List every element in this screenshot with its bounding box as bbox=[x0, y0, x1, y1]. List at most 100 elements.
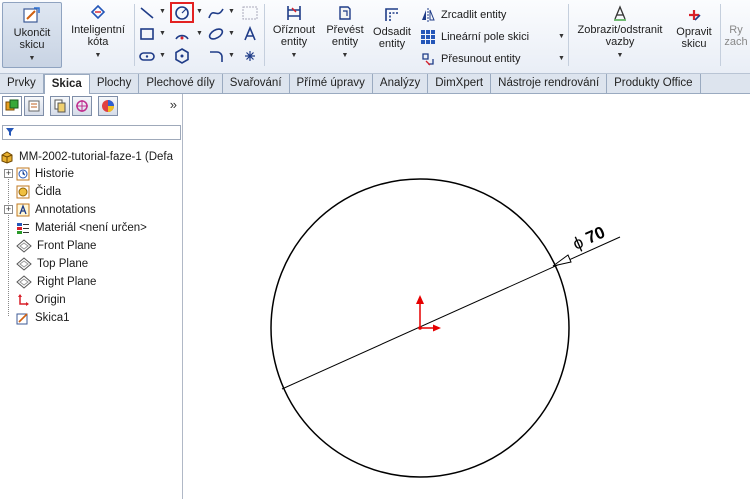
material-icon bbox=[17, 222, 29, 234]
quick-snaps-button[interactable]: Ry zach bbox=[724, 24, 750, 48]
ellipse-tool[interactable] bbox=[206, 25, 226, 42]
dropdown-arrow-icon[interactable]: ▼ bbox=[196, 30, 203, 37]
dimxpert-icon bbox=[76, 100, 88, 112]
panel-more-button[interactable]: » bbox=[170, 97, 177, 112]
dropdown-arrow-icon[interactable]: ▼ bbox=[3, 53, 61, 65]
dropdown-arrow-icon[interactable]: ▼ bbox=[268, 50, 320, 62]
linear-pattern-button[interactable]: Lineární pole skici bbox=[420, 27, 529, 47]
offset-entities-button[interactable]: Odsadit entity bbox=[370, 6, 414, 50]
sketch-origin-icon[interactable] bbox=[416, 295, 441, 332]
dropdown-arrow-icon[interactable]: ▼ bbox=[228, 52, 235, 59]
line-tool[interactable] bbox=[137, 4, 157, 21]
dropdown-arrow-icon[interactable]: ▼ bbox=[196, 8, 203, 15]
text-a-icon bbox=[244, 25, 256, 40]
tab-direct-editing[interactable]: Přímé úpravy bbox=[290, 74, 373, 94]
tree-item-material[interactable]: Materiál <není určen> bbox=[16, 219, 147, 236]
linear-pattern-icon bbox=[421, 30, 435, 44]
dropdown-arrow-icon[interactable]: ▼ bbox=[558, 33, 565, 40]
rectangle-tool[interactable] bbox=[137, 25, 157, 42]
display-relations-button[interactable]: Zobrazit/odstranit vazby ▼ bbox=[572, 4, 668, 62]
tab-feature-manager[interactable] bbox=[2, 96, 22, 116]
tab-display-manager[interactable] bbox=[98, 96, 118, 116]
tree-item-history[interactable]: Historie bbox=[16, 165, 74, 182]
fillet-tool[interactable] bbox=[206, 47, 226, 64]
tree-item-right-plane[interactable]: Right Plane bbox=[16, 273, 96, 290]
tab-evaluate[interactable]: Analýzy bbox=[373, 74, 429, 94]
point-icon bbox=[245, 50, 255, 61]
tab-office-products[interactable]: Produkty Office bbox=[607, 74, 701, 94]
convert-entities-label: Převést entity bbox=[326, 24, 364, 48]
move-entities-button[interactable]: Přesunout entity bbox=[420, 49, 521, 69]
tab-configuration-manager[interactable] bbox=[50, 96, 70, 116]
plane-icon bbox=[16, 256, 32, 271]
dropdown-arrow-icon[interactable]: ▼ bbox=[159, 30, 166, 37]
slot-icon bbox=[139, 51, 155, 61]
tree-filter-input[interactable] bbox=[2, 125, 181, 140]
graphics-area[interactable]: ϕ 70 bbox=[184, 94, 750, 499]
smart-dimension-icon bbox=[90, 4, 106, 20]
slot-tool[interactable] bbox=[137, 47, 157, 64]
spline-tool[interactable] bbox=[206, 4, 226, 21]
tab-dimxpert-manager[interactable] bbox=[72, 96, 92, 116]
tab-weldments[interactable]: Svařování bbox=[223, 74, 290, 94]
expand-toggle-icon[interactable]: + bbox=[4, 205, 13, 214]
tab-property-manager[interactable] bbox=[24, 96, 44, 116]
smart-dimension-button[interactable]: Inteligentní kóta ▼ bbox=[64, 4, 132, 62]
tree-item-label: Top Plane bbox=[37, 257, 89, 270]
tab-features[interactable]: Prvky bbox=[0, 74, 44, 94]
tree-item-annotations[interactable]: Annotations bbox=[16, 201, 96, 218]
tree-item-label: Historie bbox=[35, 167, 74, 180]
tab-render-tools[interactable]: Nástroje rendrování bbox=[491, 74, 608, 94]
arc-tool[interactable] bbox=[172, 25, 192, 42]
convert-entities-button[interactable]: Převést entity ▼ bbox=[322, 4, 368, 62]
dropdown-arrow-icon[interactable]: ▼ bbox=[228, 30, 235, 37]
smart-dimension-label: Inteligentní kóta bbox=[71, 24, 125, 48]
repair-sketch-icon bbox=[689, 10, 701, 21]
tab-surfaces[interactable]: Plochy bbox=[90, 74, 140, 94]
tree-item-sketch[interactable]: Skica1 bbox=[16, 309, 70, 326]
tree-item-origin[interactable]: Origin bbox=[16, 291, 66, 308]
tree-item-label: Right Plane bbox=[37, 275, 97, 288]
dimension-prefix[interactable]: ϕ bbox=[570, 232, 586, 253]
tab-dimxpert[interactable]: DimXpert bbox=[428, 74, 492, 94]
dropdown-arrow-icon[interactable]: ▼ bbox=[159, 52, 166, 59]
exit-sketch-button[interactable]: Ukončit skicu ▼ bbox=[2, 2, 62, 68]
configuration-icon bbox=[54, 99, 66, 113]
panel-tabs: » bbox=[0, 96, 183, 118]
dropdown-arrow-icon[interactable]: ▼ bbox=[558, 55, 565, 62]
dimension-arrowhead-icon bbox=[552, 254, 572, 267]
expand-toggle-icon[interactable]: + bbox=[4, 169, 13, 178]
grid-icon bbox=[242, 6, 258, 19]
circle-tool[interactable] bbox=[170, 2, 194, 23]
tree-item-label: Annotations bbox=[35, 203, 96, 216]
quick-snaps-label: Ry zach bbox=[724, 24, 748, 48]
repair-sketch-button[interactable]: Opravit skicu bbox=[672, 6, 716, 50]
dropdown-arrow-icon[interactable]: ▼ bbox=[228, 8, 235, 15]
sketch-grid-tool[interactable] bbox=[240, 4, 260, 21]
dropdown-arrow-icon[interactable]: ▼ bbox=[322, 50, 368, 62]
polygon-tool[interactable] bbox=[172, 47, 192, 64]
ribbon-separator bbox=[264, 4, 265, 66]
tree-item-top-plane[interactable]: Top Plane bbox=[16, 255, 88, 272]
convert-icon bbox=[339, 6, 351, 20]
text-tool[interactable] bbox=[240, 25, 260, 42]
tree-item-front-plane[interactable]: Front Plane bbox=[16, 237, 96, 254]
ribbon-separator bbox=[568, 4, 569, 66]
move-icon bbox=[422, 53, 434, 66]
tree-item-sensors[interactable]: Čidla bbox=[16, 183, 61, 200]
tree-root-part[interactable]: MM-2002-tutorial-faze-1 (Defa bbox=[0, 148, 173, 165]
tree-item-label: Front Plane bbox=[37, 239, 97, 252]
point-tool[interactable] bbox=[240, 47, 260, 64]
tab-sketch[interactable]: Skica bbox=[43, 74, 90, 94]
plane-icon bbox=[16, 238, 32, 253]
dropdown-arrow-icon[interactable]: ▼ bbox=[159, 8, 166, 15]
dropdown-arrow-icon[interactable]: ▼ bbox=[64, 50, 132, 62]
mirror-entities-button[interactable]: Zrcadlit entity bbox=[420, 5, 506, 25]
tab-sheet-metal[interactable]: Plechové díly bbox=[139, 74, 223, 94]
plane-icon bbox=[16, 274, 32, 289]
history-icon bbox=[16, 167, 30, 180]
trim-entities-button[interactable]: Oříznout entity ▼ bbox=[268, 4, 320, 62]
sketch-canvas[interactable]: ϕ 70 bbox=[184, 94, 750, 499]
origin-icon bbox=[18, 293, 29, 306]
dropdown-arrow-icon[interactable]: ▼ bbox=[572, 50, 668, 62]
